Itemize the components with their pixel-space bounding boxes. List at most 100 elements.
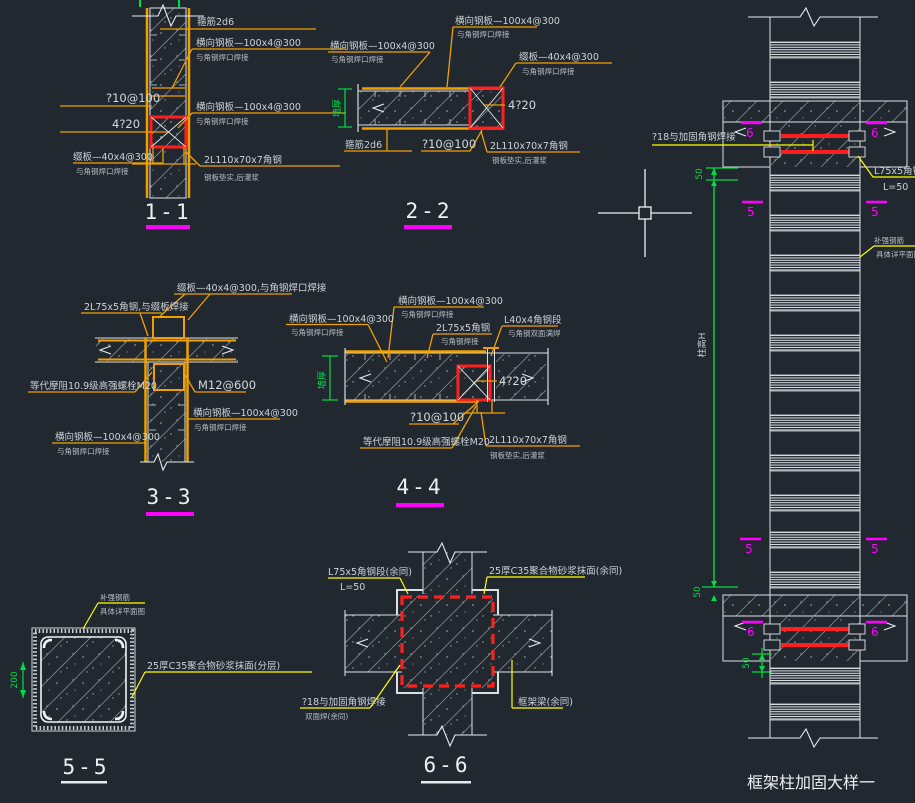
slab-section (96, 339, 238, 361)
dim-wall: 墙厚 (316, 371, 328, 389)
top-break (748, 8, 878, 26)
label-mortar: 25厚C35聚合物砂浆抹面(余同) (489, 565, 622, 577)
label-batten: 缀板—40x4@300,与角钢焊口焊接 (177, 282, 327, 294)
title-underline (396, 503, 444, 507)
label-plate-mid: 横向钢板—100x4@300 (196, 101, 301, 113)
title-underline (146, 225, 190, 229)
label-bolt: 等代摩阻10.9级高强螺栓M20 (30, 380, 157, 392)
title-underline (421, 781, 471, 784)
detail-3-3: 缀板—40x4@300,与角钢焊口焊接 2L75x5角钢,与缀板焊接 等代摩阻1… (28, 282, 327, 516)
marker-5-top-left: 5 (742, 202, 763, 219)
label-angle: L75x5角钢段(余同) (328, 566, 412, 578)
label-angle-len: L=50 (340, 582, 365, 593)
svg-text:6: 6 (871, 625, 879, 639)
label-plate-right-sub: 与角钢焊口焊接 (194, 422, 247, 432)
label-plate-top-sub: 与角钢焊口焊接 (401, 309, 454, 319)
dim-wall: 墙厚 (331, 99, 343, 117)
label-angle-len: L=50 (883, 182, 908, 193)
label-weld: ?18与加固角钢焊接 (652, 131, 736, 143)
label-rebar-sub: 具体详平面图 (100, 606, 145, 616)
bottom-break (748, 729, 878, 747)
label-rebar: 4?20 (112, 117, 140, 131)
label-rebar: 补强钢筋 (874, 235, 904, 245)
section-title-5-5: 5-5 (63, 755, 110, 779)
section-title-3-3: 3-3 (147, 485, 194, 509)
crosshair-cursor (598, 169, 692, 257)
label-bolt: 等代摩阻10.9级高强螺栓M20 (363, 436, 490, 448)
label-weld-sub: 双面焊(余同) (305, 711, 348, 721)
marker-6-bottom-right: 6 (866, 622, 887, 639)
svg-text:5: 5 (745, 542, 753, 556)
label-stirrup: ?10@100 (410, 410, 464, 424)
bottom-beam (423, 688, 472, 735)
svg-text:50: 50 (695, 168, 705, 180)
label-plate-left: 横向钢板—100x4@300 (330, 40, 435, 52)
label-rebar: 补强钢筋 (100, 592, 130, 602)
label-angle75: 2L75x5角钢 (436, 322, 490, 334)
svg-text:50: 50 (742, 657, 752, 669)
label-plate-left-sub: 与角钢焊口焊接 (57, 446, 110, 456)
label-hoop: 箍筋2d6 (345, 139, 382, 151)
dim-50-top: 50 (695, 168, 738, 186)
detail-6-6: L75x5角钢段(余同) L=50 25厚C35聚合物砂浆抹面(余同) ?18与… (300, 543, 622, 784)
detail-2-2: 墙厚 横向钢板—100x4@300 与角钢焊口焊接 横向钢板—100x4@300… (328, 15, 612, 229)
label-batten: 缀板—40x4@300 (519, 51, 599, 63)
label-angle110-sub: 钢板垫实,后灌浆 (490, 450, 545, 460)
label-angle: L75x5角钢段 (874, 165, 915, 177)
dim-50-bottom: 50 (742, 648, 772, 678)
top-beam-right (860, 122, 907, 167)
label-stirrup: ?10@100 (106, 91, 160, 105)
wall-thickness-dim: 墙厚 (331, 89, 352, 127)
label-rebar-sub: 具体详平面图 (876, 249, 915, 259)
svg-text:5: 5 (747, 205, 755, 219)
marker-6-bottom-left: 6 (742, 622, 763, 639)
label-hoop: 箍筋2d6 (197, 16, 234, 28)
label-angle-sub: 钢板垫实,后灌浆 (492, 155, 547, 165)
top-beam (423, 552, 472, 594)
label-plate-right-sub: 与角钢焊口焊接 (457, 29, 510, 39)
label-plate-left-sub: 与角钢焊口焊接 (291, 327, 344, 337)
detail-4-4: 墙厚 横向钢板—100x4@300 与角钢焊口焊接 横向钢板—100x4@300… (286, 295, 580, 507)
pickbox (639, 207, 651, 219)
label-plate-mid-sub: 与角钢焊口焊接 (196, 116, 249, 126)
label-plate-right: 横向钢板—100x4@300 (455, 15, 560, 27)
label-angle40: L40x4角钢段 (504, 314, 562, 326)
label-rebar: 4?20 (499, 374, 527, 388)
label-stirrup: ?10@100 (422, 137, 476, 151)
svg-text:6: 6 (871, 126, 879, 140)
cad-drawing-canvas[interactable]: 箍筋2d6 横向钢板—100x4@300 与角钢焊口焊接 横向钢板—100x4@… (0, 0, 915, 803)
label-rebar: 4?20 (508, 98, 536, 112)
title-underline (61, 781, 107, 784)
label-anchor: M12@600 (198, 378, 256, 392)
section-title-4-4: 4-4 (397, 475, 444, 499)
marker-6-top-left: 6 (741, 123, 762, 140)
drawing-title: 框架柱加固大样一 (747, 773, 875, 792)
svg-text:50: 50 (693, 586, 703, 598)
label-batten-sub: 与角钢焊口焊接 (522, 66, 575, 76)
label-plate-left-sub: 与角钢焊口焊接 (331, 54, 384, 64)
svg-text:5: 5 (871, 542, 879, 556)
wall-thickness-dim: 墙厚 (316, 356, 338, 400)
label-plate-left: 横向钢板—100x4@300 (289, 313, 394, 325)
label-angle40-sub: 与角钢双面满焊 (508, 328, 561, 338)
label-weld: ?18与加固角钢焊接 (302, 696, 386, 708)
label-angle75: 2L75x5角钢,与缀板焊接 (84, 301, 189, 313)
wall-section (359, 91, 470, 125)
label-angle: 2L110x70x7角钢 (490, 140, 568, 152)
label-angle75-sub: 与角钢焊接 (441, 336, 479, 346)
label-angle-sub: 钢板垫实,后灌浆 (204, 172, 259, 182)
label-plate-right: 横向钢板—100x4@300 (193, 407, 298, 419)
svg-text:5: 5 (871, 205, 879, 219)
label-mortar: 25厚C35聚合物砂浆抹面(分层) (147, 660, 280, 672)
concrete-core (41, 637, 126, 722)
svg-text:6: 6 (746, 126, 754, 140)
drawing-svg: 箍筋2d6 横向钢板—100x4@300 与角钢焊口焊接 横向钢板—100x4@… (0, 0, 915, 803)
marker-5-bottom-left: 5 (740, 539, 761, 556)
right-beam (493, 615, 552, 672)
label-beam: 框架梁(余同) (518, 696, 573, 708)
label-plate-top: 横向钢板—100x4@300 (398, 295, 503, 307)
section-title-2-2: 2-2 (406, 199, 453, 223)
bottom-slab (723, 595, 907, 616)
column-core (402, 595, 493, 688)
label-angle: 2L110x70x7角钢 (204, 154, 282, 166)
